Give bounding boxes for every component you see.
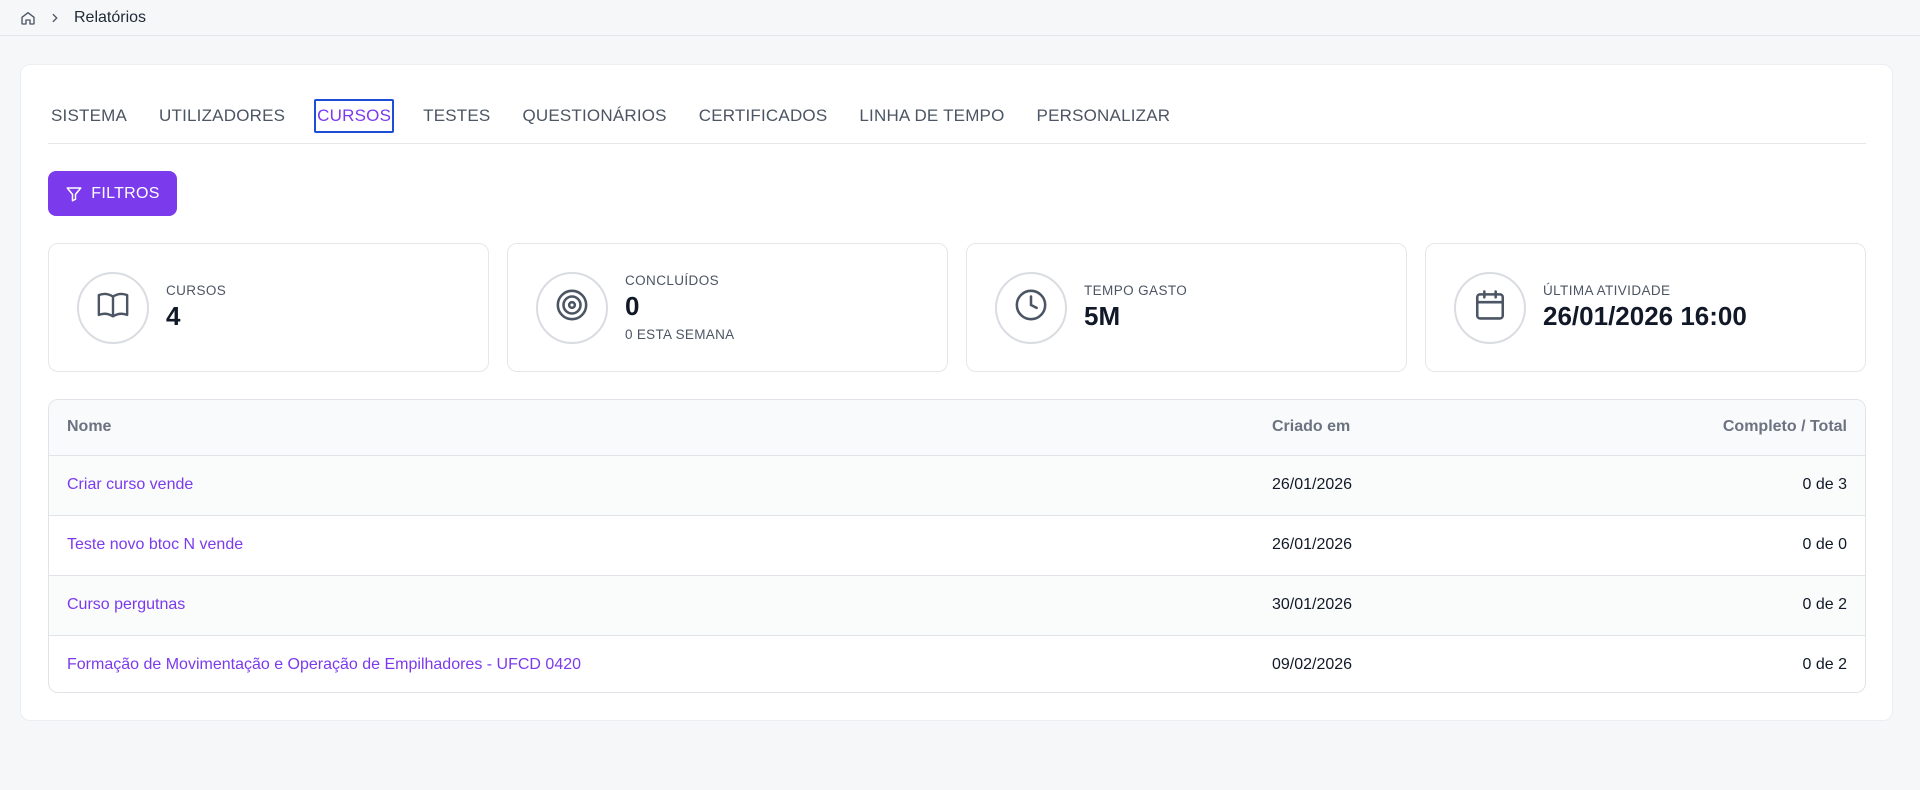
tab-certificados[interactable]: CERTIFICADOS [696,99,831,133]
reports-card: SISTEMA UTILIZADORES CURSOS TESTES QUEST… [20,64,1893,721]
created-date: 30/01/2026 [1272,575,1672,636]
progress-count: 0 de 3 [1672,455,1865,516]
tab-questionarios[interactable]: QUESTIONÁRIOS [519,99,669,133]
stat-label: ÚLTIMA ATIVIDADE [1543,283,1671,298]
table-row: Curso pergutnas 30/01/2026 0 de 2 [49,575,1865,636]
tab-cursos[interactable]: CURSOS [314,99,395,133]
home-icon[interactable] [20,10,36,26]
course-link[interactable]: Criar curso vende [67,476,193,493]
tab-testes[interactable]: TESTES [420,99,493,133]
created-date: 26/01/2026 [1272,515,1672,576]
progress-count: 0 de 0 [1672,515,1865,576]
stat-card-tempo-gasto: TEMPO GASTO 5M [966,243,1407,372]
column-header-completo-total[interactable]: Completo / Total [1672,400,1865,456]
breadcrumb-current: Relatórios [74,8,147,26]
tab-linha-de-tempo[interactable]: LINHA DE TEMPO [856,99,1007,133]
stat-icon-circle [1454,271,1526,344]
table-row: Criar curso vende 26/01/2026 0 de 3 [49,455,1865,516]
progress-count: 0 de 2 [1672,575,1865,636]
chevron-right-icon [48,11,62,25]
course-link[interactable]: Curso pergutnas [67,596,185,613]
report-tabs: SISTEMA UTILIZADORES CURSOS TESTES QUEST… [48,91,1199,141]
stat-card-concluidos: CONCLUÍDOS 0 0 ESTA SEMANA [507,243,948,372]
stat-icon-circle [536,271,608,344]
filters-button-label: FILTROS [91,184,160,202]
stat-value: 5M [1084,301,1121,331]
stat-value: 4 [166,301,181,331]
stat-value: 0 [625,291,640,321]
clock-icon [1014,288,1048,327]
tab-utilizadores[interactable]: UTILIZADORES [156,99,288,133]
funnel-icon [65,185,83,203]
courses-table: Nome Criado em Completo / Total Criar cu… [48,399,1866,693]
progress-count: 0 de 2 [1802,656,1847,674]
stat-card-ultima-atividade: ÚLTIMA ATIVIDADE 26/01/2026 16:00 [1425,243,1866,372]
column-header-criado-em[interactable]: Criado em [1272,400,1672,456]
book-open-icon [96,288,130,327]
target-icon [555,288,589,327]
stats-row: CURSOS 4 CONCLUÍDOS 0 0 ESTA SEMANA TEMP… [48,243,1866,372]
course-link[interactable]: Teste novo btoc N vende [67,536,243,553]
stat-card-cursos: CURSOS 4 [48,243,489,372]
table-row: Formação de Movimentação e Operação de E… [49,635,1865,692]
column-header-nome[interactable]: Nome [49,400,1272,456]
table-row: Teste novo btoc N vende 26/01/2026 0 de … [49,515,1865,576]
created-date: 09/02/2026 [1272,656,1353,674]
calendar-icon [1473,288,1507,327]
stat-subtext: 0 ESTA SEMANA [625,327,735,342]
breadcrumb: Relatórios [0,0,1920,36]
created-date: 26/01/2026 [1272,455,1672,516]
stat-label: TEMPO GASTO [1084,283,1188,298]
filters-button[interactable]: FILTROS [48,171,177,216]
table-header-row: Nome Criado em Completo / Total [49,400,1865,456]
tabs-divider [48,143,1866,144]
tab-personalizar[interactable]: PERSONALIZAR [1034,99,1174,133]
stat-value: 26/01/2026 16:00 [1543,301,1747,331]
stat-label: CONCLUÍDOS [625,273,720,288]
stat-icon-circle [995,271,1067,344]
course-link[interactable]: Formação de Movimentação e Operação de E… [67,656,581,673]
tab-sistema[interactable]: SISTEMA [48,99,130,133]
stat-icon-circle [77,271,149,344]
stat-label: CURSOS [166,283,227,298]
